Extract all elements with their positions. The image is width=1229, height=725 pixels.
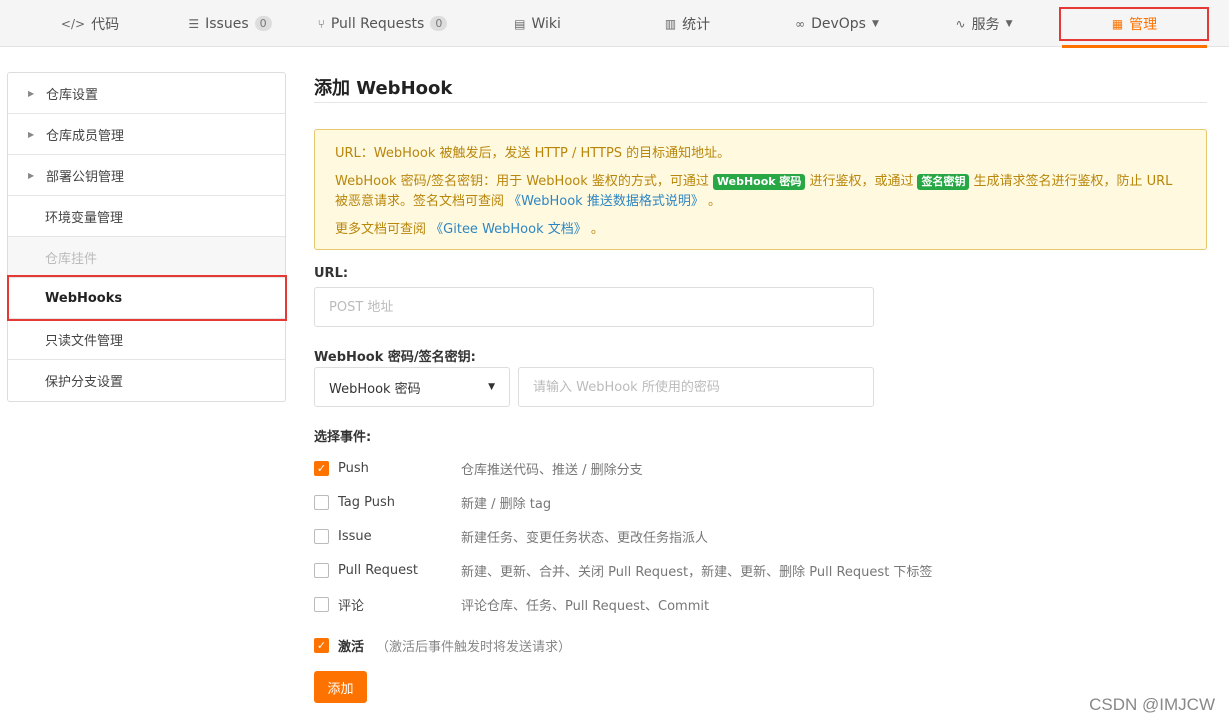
page-title: 添加 WebHook bbox=[314, 78, 453, 99]
secret-label: WebHook 密码/签名密钥: bbox=[314, 350, 476, 365]
sidebar-item-label: 仓库成员管理 bbox=[46, 128, 125, 144]
activate-label: 激活 bbox=[338, 640, 365, 655]
caret-right-icon: ▶ bbox=[28, 88, 35, 98]
sidebar-item-label: 部署公钥管理 bbox=[46, 169, 125, 185]
wiki-icon: ▤ bbox=[514, 16, 526, 31]
secret-type-value: WebHook 密码 bbox=[329, 381, 421, 397]
nav-tab-wiki[interactable]: ▤ Wiki bbox=[480, 0, 595, 47]
event-desc: 评论仓库、任务、Pull Request、Commit bbox=[461, 598, 710, 614]
nav-tab-service[interactable]: ∿ 服务 ▼ bbox=[925, 0, 1043, 47]
notice-text: 更多文档可查阅 bbox=[335, 222, 427, 237]
title-divider bbox=[314, 102, 1207, 103]
code-icon: </> bbox=[60, 16, 86, 31]
activate-row: ✓ 激活 （激活后事件触发时将发送请求） bbox=[314, 636, 571, 655]
caret-down-icon: ▼ bbox=[1005, 18, 1013, 29]
event-desc: 新建、更新、合并、关闭 Pull Request，新建、更新、删除 Pull R… bbox=[461, 564, 933, 580]
event-row-issue: Issue 新建任务、变更任务状态、更改任务指派人 bbox=[314, 526, 708, 546]
tag-signature-key: 签名密钥 bbox=[917, 174, 970, 190]
checkbox-tag-push[interactable] bbox=[314, 494, 329, 510]
nav-tab-label: 代码 bbox=[91, 16, 120, 33]
highlight-box-webhooks bbox=[7, 275, 287, 321]
nav-tab-label: Pull Requests bbox=[330, 15, 425, 32]
notice-line-docs: 更多文档可查阅 《Gitee WebHook 文档》 。 bbox=[335, 220, 1186, 240]
nav-tab-label: 统计 bbox=[682, 16, 711, 33]
service-icon: ∿ bbox=[955, 16, 966, 31]
sidebar-item-deploy-keys[interactable]: ▶ 部署公钥管理 bbox=[8, 155, 285, 196]
sidebar-item-label: 保护分支设置 bbox=[45, 375, 124, 390]
secret-input[interactable] bbox=[518, 367, 874, 407]
sidebar-item-label: 仓库挂件 bbox=[45, 251, 98, 267]
event-desc: 新建 / 删除 tag bbox=[461, 496, 552, 512]
nav-tab-issues[interactable]: ☰ Issues 0 bbox=[170, 0, 290, 47]
stats-icon: ▥ bbox=[664, 16, 677, 31]
sidebar-item-repo-settings[interactable]: ▶ 仓库设置 bbox=[8, 73, 285, 114]
highlight-box-manage bbox=[1059, 7, 1209, 41]
caret-right-icon: ▶ bbox=[28, 129, 35, 139]
checkbox-activate[interactable]: ✓ bbox=[314, 638, 329, 653]
event-desc: 新建任务、变更任务状态、更改任务指派人 bbox=[461, 530, 709, 546]
checkbox-pull-request[interactable] bbox=[314, 562, 329, 578]
event-name: Issue bbox=[338, 528, 372, 544]
notice-line-url: URL：WebHook 被触发后，发送 HTTP / HTTPS 的目标通知地址… bbox=[335, 146, 731, 161]
notice-text: 进行鉴权，或通过 bbox=[809, 174, 914, 189]
event-desc: 仓库推送代码、推送 / 删除分支 bbox=[461, 462, 643, 478]
nav-tab-label: Issues bbox=[205, 15, 249, 32]
notice-text: 。 bbox=[590, 222, 604, 237]
event-name: Pull Request bbox=[338, 562, 419, 578]
event-name: Push bbox=[338, 460, 369, 476]
event-row-comment: 评论 评论仓库、任务、Pull Request、Commit bbox=[314, 594, 709, 614]
nav-tab-stats[interactable]: ▥ 统计 bbox=[630, 0, 745, 47]
events-label: 选择事件: bbox=[314, 430, 372, 445]
webhook-notice: URL：WebHook 被触发后，发送 HTTP / HTTPS 的目标通知地址… bbox=[314, 129, 1207, 250]
notice-text: 。 bbox=[707, 194, 721, 209]
sidebar-item-protected-branches[interactable]: 保护分支设置 bbox=[8, 360, 285, 401]
nav-tab-devops[interactable]: ∞ DevOps ▼ bbox=[778, 0, 896, 47]
checkbox-push[interactable]: ✓ bbox=[314, 460, 329, 476]
sidebar-item-label: 仓库设置 bbox=[46, 87, 99, 103]
settings-sidebar: ▶ 仓库设置 ▶ 仓库成员管理 ▶ 部署公钥管理 环境变量管理 仓库挂件 Web… bbox=[7, 72, 286, 402]
url-label: URL: bbox=[314, 266, 349, 281]
sidebar-item-label: 只读文件管理 bbox=[45, 333, 124, 349]
devops-icon: ∞ bbox=[795, 16, 806, 31]
issues-count-badge: 0 bbox=[254, 16, 272, 31]
dropdown-arrow-icon: ▼ bbox=[488, 382, 495, 392]
tag-webhook-password: WebHook 密码 bbox=[712, 174, 806, 190]
url-input[interactable] bbox=[314, 287, 874, 327]
sidebar-item-members[interactable]: ▶ 仓库成员管理 bbox=[8, 114, 285, 155]
activate-hint: （激活后事件触发时将发送请求） bbox=[376, 640, 572, 655]
checkbox-comment[interactable] bbox=[314, 596, 329, 612]
add-webhook-button[interactable]: 添加 bbox=[314, 671, 367, 703]
issues-icon: ☰ bbox=[188, 16, 200, 31]
pr-count-badge: 0 bbox=[430, 16, 448, 31]
link-push-data-format[interactable]: 《WebHook 推送数据格式说明》 bbox=[508, 194, 704, 209]
notice-line-secret: WebHook 密码/签名密钥：用于 WebHook 鉴权的方式，可通过 WebH… bbox=[335, 172, 1186, 212]
sidebar-item-widgets: 仓库挂件 bbox=[8, 237, 285, 278]
event-name: 评论 bbox=[338, 598, 365, 614]
sidebar-item-readonly-files[interactable]: 只读文件管理 bbox=[8, 319, 285, 360]
nav-tab-label: 服务 bbox=[971, 16, 1000, 33]
nav-tab-label: Wiki bbox=[531, 15, 561, 32]
nav-tab-code[interactable]: </> 代码 bbox=[30, 0, 150, 47]
sidebar-item-env-vars[interactable]: 环境变量管理 bbox=[8, 196, 285, 237]
caret-down-icon: ▼ bbox=[871, 18, 879, 29]
checkbox-issue[interactable] bbox=[314, 528, 329, 544]
event-row-pull-request: Pull Request 新建、更新、合并、关闭 Pull Request，新建… bbox=[314, 560, 932, 580]
secret-type-select[interactable]: WebHook 密码 ▼ bbox=[314, 367, 510, 407]
event-name: Tag Push bbox=[338, 494, 396, 510]
event-row-push: ✓ Push 仓库推送代码、推送 / 删除分支 bbox=[314, 458, 643, 478]
nav-tab-label: DevOps bbox=[811, 15, 866, 32]
notice-text: WebHook 密码/签名密钥：用于 WebHook 鉴权的方式，可通过 bbox=[335, 174, 709, 189]
link-gitee-webhook-docs[interactable]: 《Gitee WebHook 文档》 bbox=[430, 222, 587, 237]
caret-right-icon: ▶ bbox=[28, 170, 35, 180]
event-row-tag-push: Tag Push 新建 / 删除 tag bbox=[314, 492, 551, 512]
sidebar-item-label: 环境变量管理 bbox=[45, 210, 124, 226]
repo-nav-bar: </> 代码 ☰ Issues 0 ⑂ Pull Requests 0 ▤ Wi… bbox=[0, 0, 1229, 48]
nav-tab-pull-requests[interactable]: ⑂ Pull Requests 0 bbox=[305, 0, 460, 47]
pull-request-icon: ⑂ bbox=[317, 16, 325, 31]
watermark: CSDN @IMJCW bbox=[1089, 695, 1215, 714]
